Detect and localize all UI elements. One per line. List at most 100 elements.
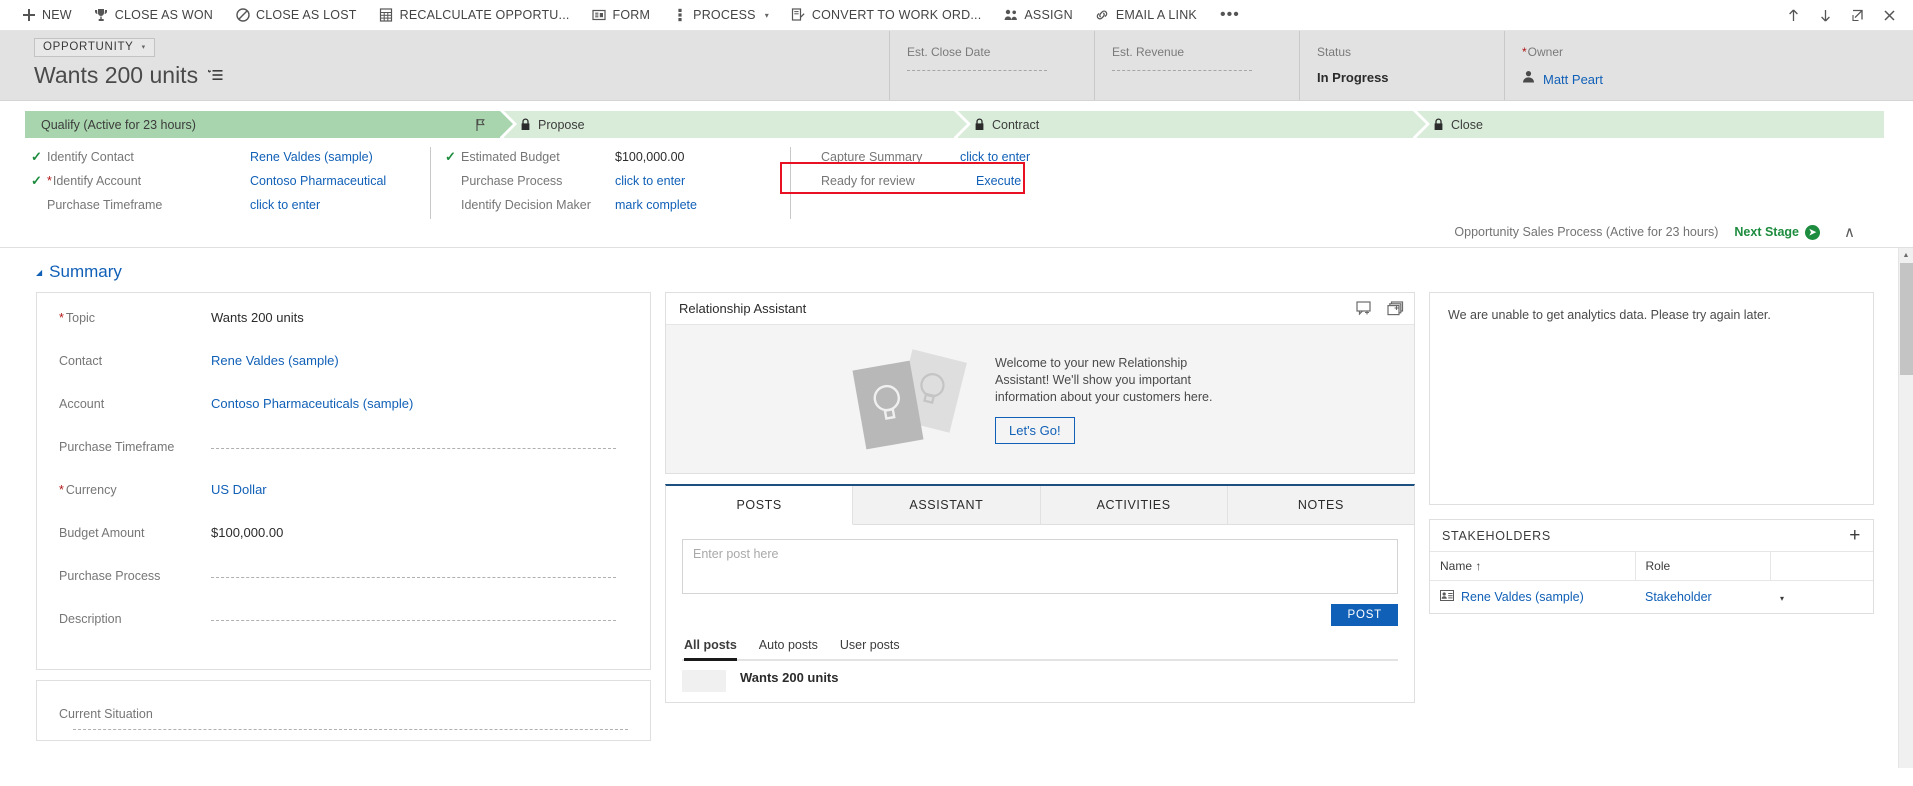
add-stakeholder-icon[interactable]: + bbox=[1849, 526, 1861, 545]
filter-all-posts[interactable]: All posts bbox=[684, 638, 737, 661]
est-revenue-empty-value bbox=[1112, 70, 1252, 71]
field-label: Purchase Process bbox=[59, 569, 161, 583]
process-step-purchase-process[interactable]: Purchase Process bbox=[445, 171, 615, 191]
down-arrow-icon[interactable] bbox=[1809, 0, 1841, 31]
vertical-scrollbar[interactable]: ▲ bbox=[1898, 248, 1913, 768]
next-stage-button[interactable]: Next Stage ➤ bbox=[1734, 224, 1821, 240]
header-fields: Est. Close Date Est. Revenue Status In P… bbox=[889, 31, 1913, 100]
column-header-spacer bbox=[1770, 552, 1873, 581]
field-label: * Topic bbox=[59, 309, 211, 325]
process-step-identify-decision-maker[interactable]: Identify Decision Maker bbox=[445, 195, 615, 215]
field-row-contact[interactable]: Contact Rene Valdes (sample) bbox=[59, 352, 628, 395]
field-row-account[interactable]: Account Contoso Pharmaceuticals (sample) bbox=[59, 395, 628, 438]
post-button[interactable]: POST bbox=[1331, 604, 1398, 626]
lets-go-button[interactable]: Let's Go! bbox=[995, 416, 1075, 444]
step-value-identify-contact[interactable]: Rene Valdes (sample) bbox=[250, 150, 373, 164]
process-step-identify-contact[interactable]: ✓ Identify Contact bbox=[31, 147, 250, 167]
step-value-estimated-budget: $100,000.00 bbox=[615, 150, 685, 164]
more-commands-button[interactable]: ••• bbox=[1208, 5, 1252, 25]
summary-title: Summary bbox=[49, 262, 122, 281]
stakeholder-name-link[interactable]: Rene Valdes (sample) bbox=[1461, 590, 1584, 604]
header-field-est-close-date[interactable]: Est. Close Date bbox=[889, 31, 1094, 100]
table-row[interactable]: Rene Valdes (sample) Stakeholder ▾ bbox=[1430, 581, 1873, 614]
filter-auto-posts[interactable]: Auto posts bbox=[759, 638, 818, 661]
post-input[interactable]: Enter post here bbox=[682, 539, 1398, 594]
up-arrow-icon[interactable] bbox=[1777, 0, 1809, 31]
post-filter-tabs: All posts Auto posts User posts bbox=[682, 638, 1398, 661]
process-name-label: Opportunity Sales Process (Active for 23… bbox=[1454, 225, 1719, 239]
step-value-identify-decision-maker[interactable]: mark complete bbox=[615, 198, 697, 212]
popout-icon[interactable] bbox=[1841, 0, 1873, 31]
scroll-up-arrow-icon[interactable]: ▲ bbox=[1899, 248, 1913, 263]
step-label: Estimated Budget bbox=[461, 150, 560, 164]
step-value-purchase-process[interactable]: click to enter bbox=[615, 174, 685, 188]
process-step-values-1: Rene Valdes (sample) Contoso Pharmaceuti… bbox=[250, 147, 420, 219]
step-value-ready-for-review[interactable]: Execute bbox=[960, 174, 1021, 188]
collapse-process-icon[interactable]: ∧ bbox=[1836, 223, 1863, 241]
column-header-name[interactable]: Name ↑ bbox=[1430, 552, 1636, 581]
contact-link[interactable]: Rene Valdes (sample) bbox=[211, 353, 339, 368]
scrollbar-thumb[interactable] bbox=[1900, 263, 1913, 375]
record-header-left: OPPORTUNITY ▾ Wants 200 units bbox=[34, 31, 889, 100]
tab-assistant[interactable]: ASSISTANT bbox=[853, 486, 1041, 525]
relationship-assistant-card: Relationship Assistant Welcome to your n… bbox=[665, 292, 1415, 474]
close-as-won-button[interactable]: CLOSE AS WON bbox=[83, 0, 224, 31]
field-value-contact: Rene Valdes (sample) bbox=[211, 352, 628, 368]
row-chevron-down-icon[interactable]: ▾ bbox=[1780, 594, 1784, 603]
header-field-owner[interactable]: *Owner Matt Peart bbox=[1504, 31, 1709, 100]
recalculate-opportunity-button[interactable]: RECALCULATE OPPORTU... bbox=[368, 0, 581, 31]
field-row-budget-amount[interactable]: Budget Amount $100,000.00 bbox=[59, 524, 628, 567]
add-card-icon[interactable] bbox=[1356, 301, 1373, 316]
field-row-currency[interactable]: * Currency US Dollar bbox=[59, 481, 628, 524]
field-row-description[interactable]: Description bbox=[59, 610, 628, 653]
field-row-purchase-process[interactable]: Purchase Process bbox=[59, 567, 628, 610]
stack-cards-icon[interactable] bbox=[1387, 301, 1404, 316]
record-menu-icon[interactable] bbox=[208, 69, 223, 82]
user-icon bbox=[1522, 70, 1535, 88]
filter-user-posts[interactable]: User posts bbox=[840, 638, 900, 661]
process-step-purchase-timeframe[interactable]: Purchase Timeframe bbox=[31, 195, 250, 215]
process-step-identify-account[interactable]: ✓ *Identify Account bbox=[31, 171, 250, 191]
header-field-est-revenue[interactable]: Est. Revenue bbox=[1094, 31, 1299, 100]
new-button[interactable]: NEW bbox=[10, 0, 83, 31]
account-link[interactable]: Contoso Pharmaceuticals (sample) bbox=[211, 396, 413, 411]
tab-notes[interactable]: NOTES bbox=[1227, 486, 1414, 525]
close-icon[interactable] bbox=[1873, 0, 1905, 31]
section-header-summary[interactable]: ◢ Summary bbox=[0, 248, 1913, 292]
field-row-purchase-timeframe[interactable]: Purchase Timeframe bbox=[59, 438, 628, 481]
lock-icon bbox=[1433, 118, 1444, 131]
form-button[interactable]: FORM bbox=[581, 0, 662, 31]
stakeholder-role-link[interactable]: Stakeholder bbox=[1645, 590, 1712, 604]
process-stage-contract[interactable]: Contract bbox=[958, 111, 1430, 138]
post-list-item[interactable]: Wants 200 units bbox=[682, 661, 1398, 692]
process-stage-qualify[interactable]: Qualify (Active for 23 hours) bbox=[25, 111, 517, 138]
email-a-link-button[interactable]: EMAIL A LINK bbox=[1084, 0, 1208, 31]
process-stage-close[interactable]: Close bbox=[1417, 111, 1884, 138]
process-step-ready-for-review[interactable]: Ready for review bbox=[805, 171, 960, 191]
close-as-lost-button[interactable]: CLOSE AS LOST bbox=[224, 0, 368, 31]
process-step-capture-summary[interactable]: Capture Summary bbox=[805, 147, 960, 167]
entity-type-selector[interactable]: OPPORTUNITY ▾ bbox=[34, 38, 155, 57]
step-value-capture-summary[interactable]: click to enter bbox=[960, 150, 1030, 164]
step-value-identify-account[interactable]: Contoso Pharmaceutical bbox=[250, 174, 386, 188]
field-label: Account bbox=[59, 397, 105, 411]
assign-button[interactable]: ASSIGN bbox=[992, 0, 1083, 31]
currency-link[interactable]: US Dollar bbox=[211, 482, 267, 497]
convert-to-work-order-button[interactable]: CONVERT TO WORK ORD... bbox=[780, 0, 992, 31]
convert-work-order-icon bbox=[791, 8, 806, 23]
est-close-date-empty-value bbox=[907, 70, 1047, 71]
process-button[interactable]: PROCESS ▾ bbox=[661, 0, 780, 31]
owner-link[interactable]: Matt Peart bbox=[1543, 72, 1603, 87]
tab-posts[interactable]: POSTS bbox=[666, 486, 854, 525]
close-as-lost-label: CLOSE AS LOST bbox=[256, 7, 357, 22]
tab-activities[interactable]: ACTIVITIES bbox=[1040, 486, 1228, 525]
process-step-estimated-budget[interactable]: ✓ Estimated Budget bbox=[445, 147, 615, 167]
field-row-topic[interactable]: * Topic Wants 200 units bbox=[59, 309, 628, 352]
process-stage-propose[interactable]: Propose bbox=[504, 111, 971, 138]
social-pane-card: POSTS ASSISTANT ACTIVITIES NOTES Enter p… bbox=[665, 484, 1415, 703]
column-header-role[interactable]: Role bbox=[1635, 552, 1771, 581]
step-value-purchase-timeframe[interactable]: click to enter bbox=[250, 198, 320, 212]
link-icon bbox=[1095, 8, 1110, 23]
current-situation-empty-value[interactable] bbox=[73, 729, 628, 730]
stage-label-qualify: Qualify (Active for 23 hours) bbox=[41, 117, 196, 132]
